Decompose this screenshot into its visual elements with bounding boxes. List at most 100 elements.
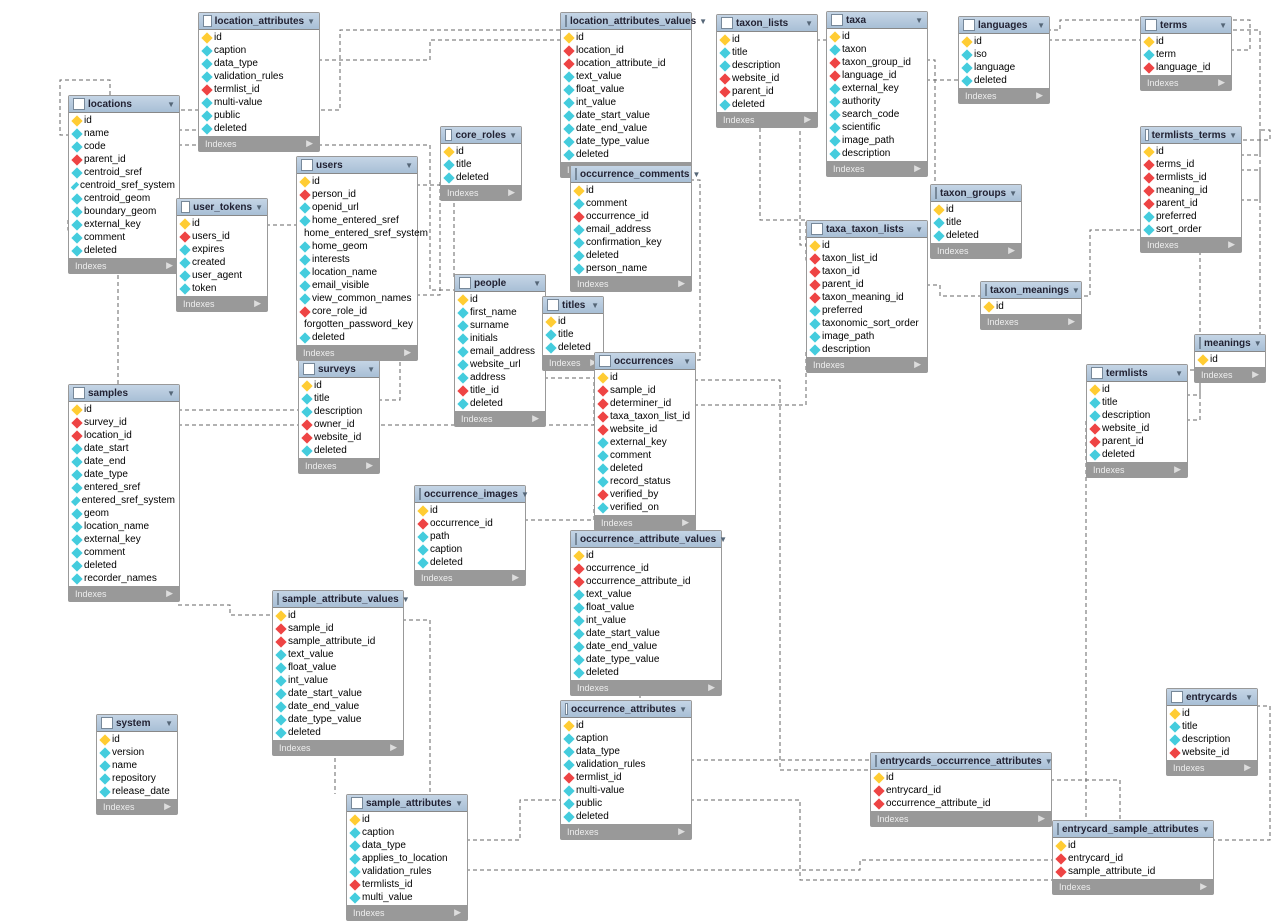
table-occurrence_attribute_values[interactable]: occurrence_attribute_values▼idoccurrence… (570, 530, 722, 696)
table-location_attributes[interactable]: location_attributes▼idcaptiondata_typeva… (198, 12, 320, 152)
table-occurrences[interactable]: occurrences▼idsample_iddeterminer_idtaxa… (594, 352, 696, 531)
column-name: location_id (84, 430, 132, 441)
table-header[interactable]: entrycards▼ (1167, 689, 1257, 706)
table-header[interactable]: taxa_taxon_lists▼ (807, 221, 927, 238)
indexes-row[interactable]: Indexes▶ (273, 740, 403, 755)
table-header[interactable]: user_tokens▼ (177, 199, 267, 216)
table-meanings[interactable]: meanings▼idIndexes▶ (1194, 334, 1266, 383)
table-taxon_meanings[interactable]: taxon_meanings▼idIndexes▶ (980, 281, 1082, 330)
indexes-row[interactable]: Indexes▶ (595, 515, 695, 530)
column-name: email_address (586, 224, 651, 235)
table-header[interactable]: meanings▼ (1195, 335, 1265, 352)
table-header[interactable]: sample_attribute_values▼ (273, 591, 403, 608)
table-header[interactable]: taxon_lists▼ (717, 15, 817, 32)
table-header[interactable]: core_roles▼ (441, 127, 521, 144)
indexes-row[interactable]: Indexes▶ (455, 411, 545, 426)
table-sample_attributes[interactable]: sample_attributes▼idcaptiondata_typeappl… (346, 794, 468, 921)
indexes-row[interactable]: Indexes▶ (807, 357, 927, 372)
indexes-row[interactable]: Indexes▶ (571, 680, 721, 695)
table-header[interactable]: location_attributes_values▼ (561, 13, 691, 30)
indexes-row[interactable]: Indexes▶ (959, 88, 1049, 103)
attr-icon (829, 96, 840, 107)
table-people[interactable]: people▼idfirst_namesurnameinitialsemail_… (454, 274, 546, 427)
table-header[interactable]: taxon_groups▼ (931, 185, 1021, 202)
indexes-row[interactable]: Indexes▶ (177, 296, 267, 311)
indexes-row[interactable]: Indexes▶ (1141, 75, 1231, 90)
table-header[interactable]: system▼ (97, 715, 177, 732)
indexes-row[interactable]: Indexes▶ (199, 136, 319, 151)
table-header[interactable]: occurrence_images▼ (415, 486, 525, 503)
table-termlists[interactable]: termlists▼idtitledescriptionwebsite_idpa… (1086, 364, 1188, 478)
indexes-row[interactable]: Indexes▶ (69, 258, 179, 273)
table-header[interactable]: taxa▼ (827, 12, 927, 29)
table-header[interactable]: people▼ (455, 275, 545, 292)
relationship-line (1240, 170, 1264, 350)
indexes-row[interactable]: Indexes▶ (347, 905, 467, 920)
table-header[interactable]: titles▼ (543, 297, 603, 314)
indexes-row[interactable]: Indexes▶ (1167, 760, 1257, 775)
indexes-row[interactable]: Indexes▶ (561, 824, 691, 839)
indexes-row[interactable]: Indexes▶ (1087, 462, 1187, 477)
table-user_tokens[interactable]: user_tokens▼idusers_idexpirescreateduser… (176, 198, 268, 312)
indexes-row[interactable]: Indexes▶ (97, 799, 177, 814)
table-entrycard_sample_attributes[interactable]: entrycard_sample_attributes▼identrycard_… (1052, 820, 1214, 895)
table-header[interactable]: termlists_terms▼ (1141, 127, 1241, 144)
table-samples[interactable]: samples▼idsurvey_idlocation_iddate_start… (68, 384, 180, 602)
table-header[interactable]: occurrence_attributes▼ (561, 701, 691, 718)
table-entrycards[interactable]: entrycards▼idtitledescriptionwebsite_idI… (1166, 688, 1258, 776)
indexes-row[interactable]: Indexes▶ (1141, 237, 1241, 252)
table-surveys[interactable]: surveys▼idtitledescriptionowner_idwebsit… (298, 360, 380, 474)
table-languages[interactable]: languages▼idisolanguagedeletedIndexes▶ (958, 16, 1050, 104)
table-core_roles[interactable]: core_roles▼idtitledeletedIndexes▶ (440, 126, 522, 201)
table-sample_attribute_values[interactable]: sample_attribute_values▼idsample_idsampl… (272, 590, 404, 756)
table-header[interactable]: locations▼ (69, 96, 179, 113)
table-users[interactable]: users▼idperson_idopenid_urlhome_entered_… (296, 156, 418, 361)
table-taxon_lists[interactable]: taxon_lists▼idtitledescriptionwebsite_id… (716, 14, 818, 128)
indexes-row[interactable]: Indexes▶ (1195, 367, 1265, 382)
table-entrycards_occurrence_attributes[interactable]: entrycards_occurrence_attributes▼identry… (870, 752, 1052, 827)
indexes-row[interactable]: Indexes▶ (69, 586, 179, 601)
column-name: validation_rules (362, 866, 432, 877)
table-location_attributes_values[interactable]: location_attributes_values▼idlocation_id… (560, 12, 692, 178)
table-header[interactable]: entrycard_sample_attributes▼ (1053, 821, 1213, 838)
table-occurrence_attributes[interactable]: occurrence_attributes▼idcaptiondata_type… (560, 700, 692, 840)
table-header[interactable]: entrycards_occurrence_attributes▼ (871, 753, 1051, 770)
fk-icon (563, 45, 574, 56)
table-header[interactable]: occurrences▼ (595, 353, 695, 370)
table-header[interactable]: termlists▼ (1087, 365, 1187, 382)
indexes-row[interactable]: Indexes▶ (571, 276, 691, 291)
table-header[interactable]: samples▼ (69, 385, 179, 402)
table-header[interactable]: surveys▼ (299, 361, 379, 378)
table-taxa_taxon_lists[interactable]: taxa_taxon_lists▼idtaxon_list_idtaxon_id… (806, 220, 928, 373)
indexes-row[interactable]: Indexes▶ (441, 185, 521, 200)
table-system[interactable]: system▼idversionnamerepositoryrelease_da… (96, 714, 178, 815)
table-terms[interactable]: terms▼idtermlanguage_idIndexes▶ (1140, 16, 1232, 91)
indexes-row[interactable]: Indexes▶ (717, 112, 817, 127)
table-termlists_terms[interactable]: termlists_terms▼idterms_idtermlists_idme… (1140, 126, 1242, 253)
column-name: occurrence_id (586, 211, 649, 222)
column: deleted (595, 462, 695, 475)
indexes-row[interactable]: Indexes▶ (871, 811, 1051, 826)
indexes-row[interactable]: Indexes▶ (981, 314, 1081, 329)
indexes-row[interactable]: Indexes▶ (1053, 879, 1213, 894)
table-header[interactable]: terms▼ (1141, 17, 1231, 34)
key-icon (1197, 354, 1208, 365)
indexes-row[interactable]: Indexes▶ (297, 345, 417, 360)
table-header[interactable]: occurrence_attribute_values▼ (571, 531, 721, 548)
indexes-row[interactable]: Indexes▶ (931, 243, 1021, 258)
indexes-row[interactable]: Indexes▶ (299, 458, 379, 473)
table-locations[interactable]: locations▼idnamecodeparent_idcentroid_sr… (68, 95, 180, 274)
table-taxon_groups[interactable]: taxon_groups▼idtitledeletedIndexes▶ (930, 184, 1022, 259)
table-header[interactable]: sample_attributes▼ (347, 795, 467, 812)
table-header[interactable]: location_attributes▼ (199, 13, 319, 30)
table-occurrence_images[interactable]: occurrence_images▼idoccurrence_idpathcap… (414, 485, 526, 586)
table-header[interactable]: taxon_meanings▼ (981, 282, 1081, 299)
table-taxa[interactable]: taxa▼idtaxontaxon_group_idlanguage_idext… (826, 11, 928, 177)
table-header[interactable]: occurrence_comments▼ (571, 166, 691, 183)
table-header[interactable]: languages▼ (959, 17, 1049, 34)
indexes-row[interactable]: Indexes▶ (415, 570, 525, 585)
table-occurrence_comments[interactable]: occurrence_comments▼idcommentoccurrence_… (570, 165, 692, 292)
key-icon (873, 772, 884, 783)
table-header[interactable]: users▼ (297, 157, 417, 174)
indexes-row[interactable]: Indexes▶ (827, 161, 927, 176)
